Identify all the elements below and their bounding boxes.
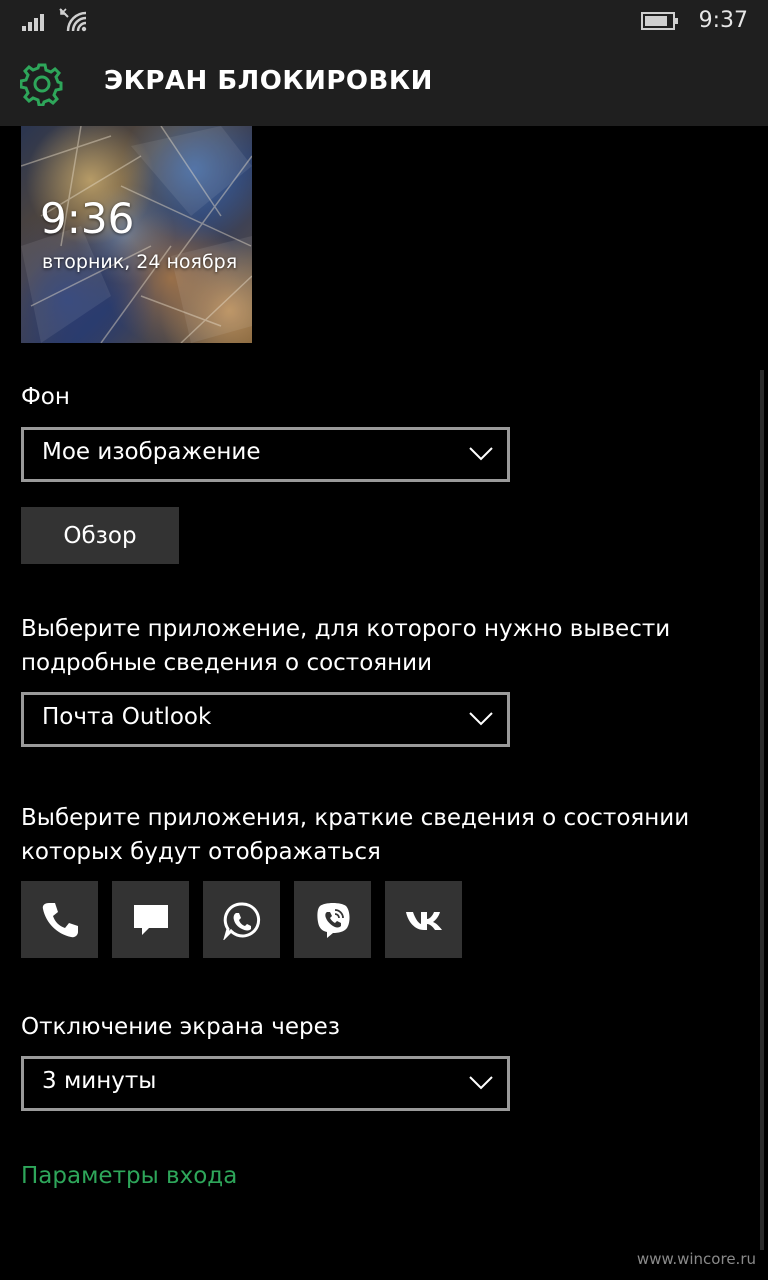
signin-options-link[interactable]: Параметры входа [21,1163,237,1189]
viber-icon [317,903,350,938]
detailed-status-label-line2: подробные сведения о состоянии [21,650,433,676]
detailed-status-dropdown[interactable]: Почта Outlook [21,692,510,747]
lock-screen-settings-page: 9:37 ЭКРАН БЛОКИРОВКИ 9:36 вторник, 24 н… [0,0,768,1280]
preview-date: вторник, 24 ноября [42,251,238,273]
watermark: www.wincore.ru [636,1250,756,1268]
quick-status-slot-viber[interactable] [294,881,371,958]
status-bar: 9:37 [0,0,768,44]
background-dropdown[interactable]: Мое изображение [21,427,510,482]
quick-status-slot-whatsapp[interactable] [203,881,280,958]
quick-status-slot-vk[interactable] [385,881,462,958]
detailed-status-dropdown-value: Почта Outlook [42,704,212,730]
scrollbar[interactable] [760,370,764,1250]
wifi-icon [59,8,87,32]
signal-strength-icon [22,11,48,31]
detailed-status-label-line1: Выберите приложение, для которого нужно … [21,616,671,642]
chevron-down-icon [469,1076,493,1090]
vk-icon [406,912,442,930]
screen-timeout-dropdown-value: 3 минуты [42,1068,157,1094]
clock: 9:37 [698,8,748,33]
quick-status-slot-messaging[interactable] [112,881,189,958]
quick-status-label-line2: которых будут отображаться [21,839,381,865]
screen-timeout-label: Отключение экрана через [21,1014,341,1040]
message-icon [134,905,168,935]
background-dropdown-value: Мое изображение [42,439,261,465]
battery-icon [641,12,678,30]
quick-status-label-line1: Выберите приложения, краткие сведения о … [21,805,690,831]
screen-timeout-dropdown[interactable]: 3 минуты [21,1056,510,1111]
app-header: ЭКРАН БЛОКИРОВКИ [0,44,768,126]
phone-icon [42,903,78,938]
chevron-down-icon [469,712,493,726]
gear-icon [20,63,63,106]
browse-button[interactable]: Обзор [21,507,179,564]
whatsapp-icon [223,902,261,940]
quick-status-slot-phone[interactable] [21,881,98,958]
background-label: Фон [21,384,70,410]
preview-time: 9:36 [40,194,135,243]
chevron-down-icon [469,447,493,461]
lock-screen-preview: 9:36 вторник, 24 ноября [21,126,252,343]
page-title: ЭКРАН БЛОКИРОВКИ [104,66,433,96]
